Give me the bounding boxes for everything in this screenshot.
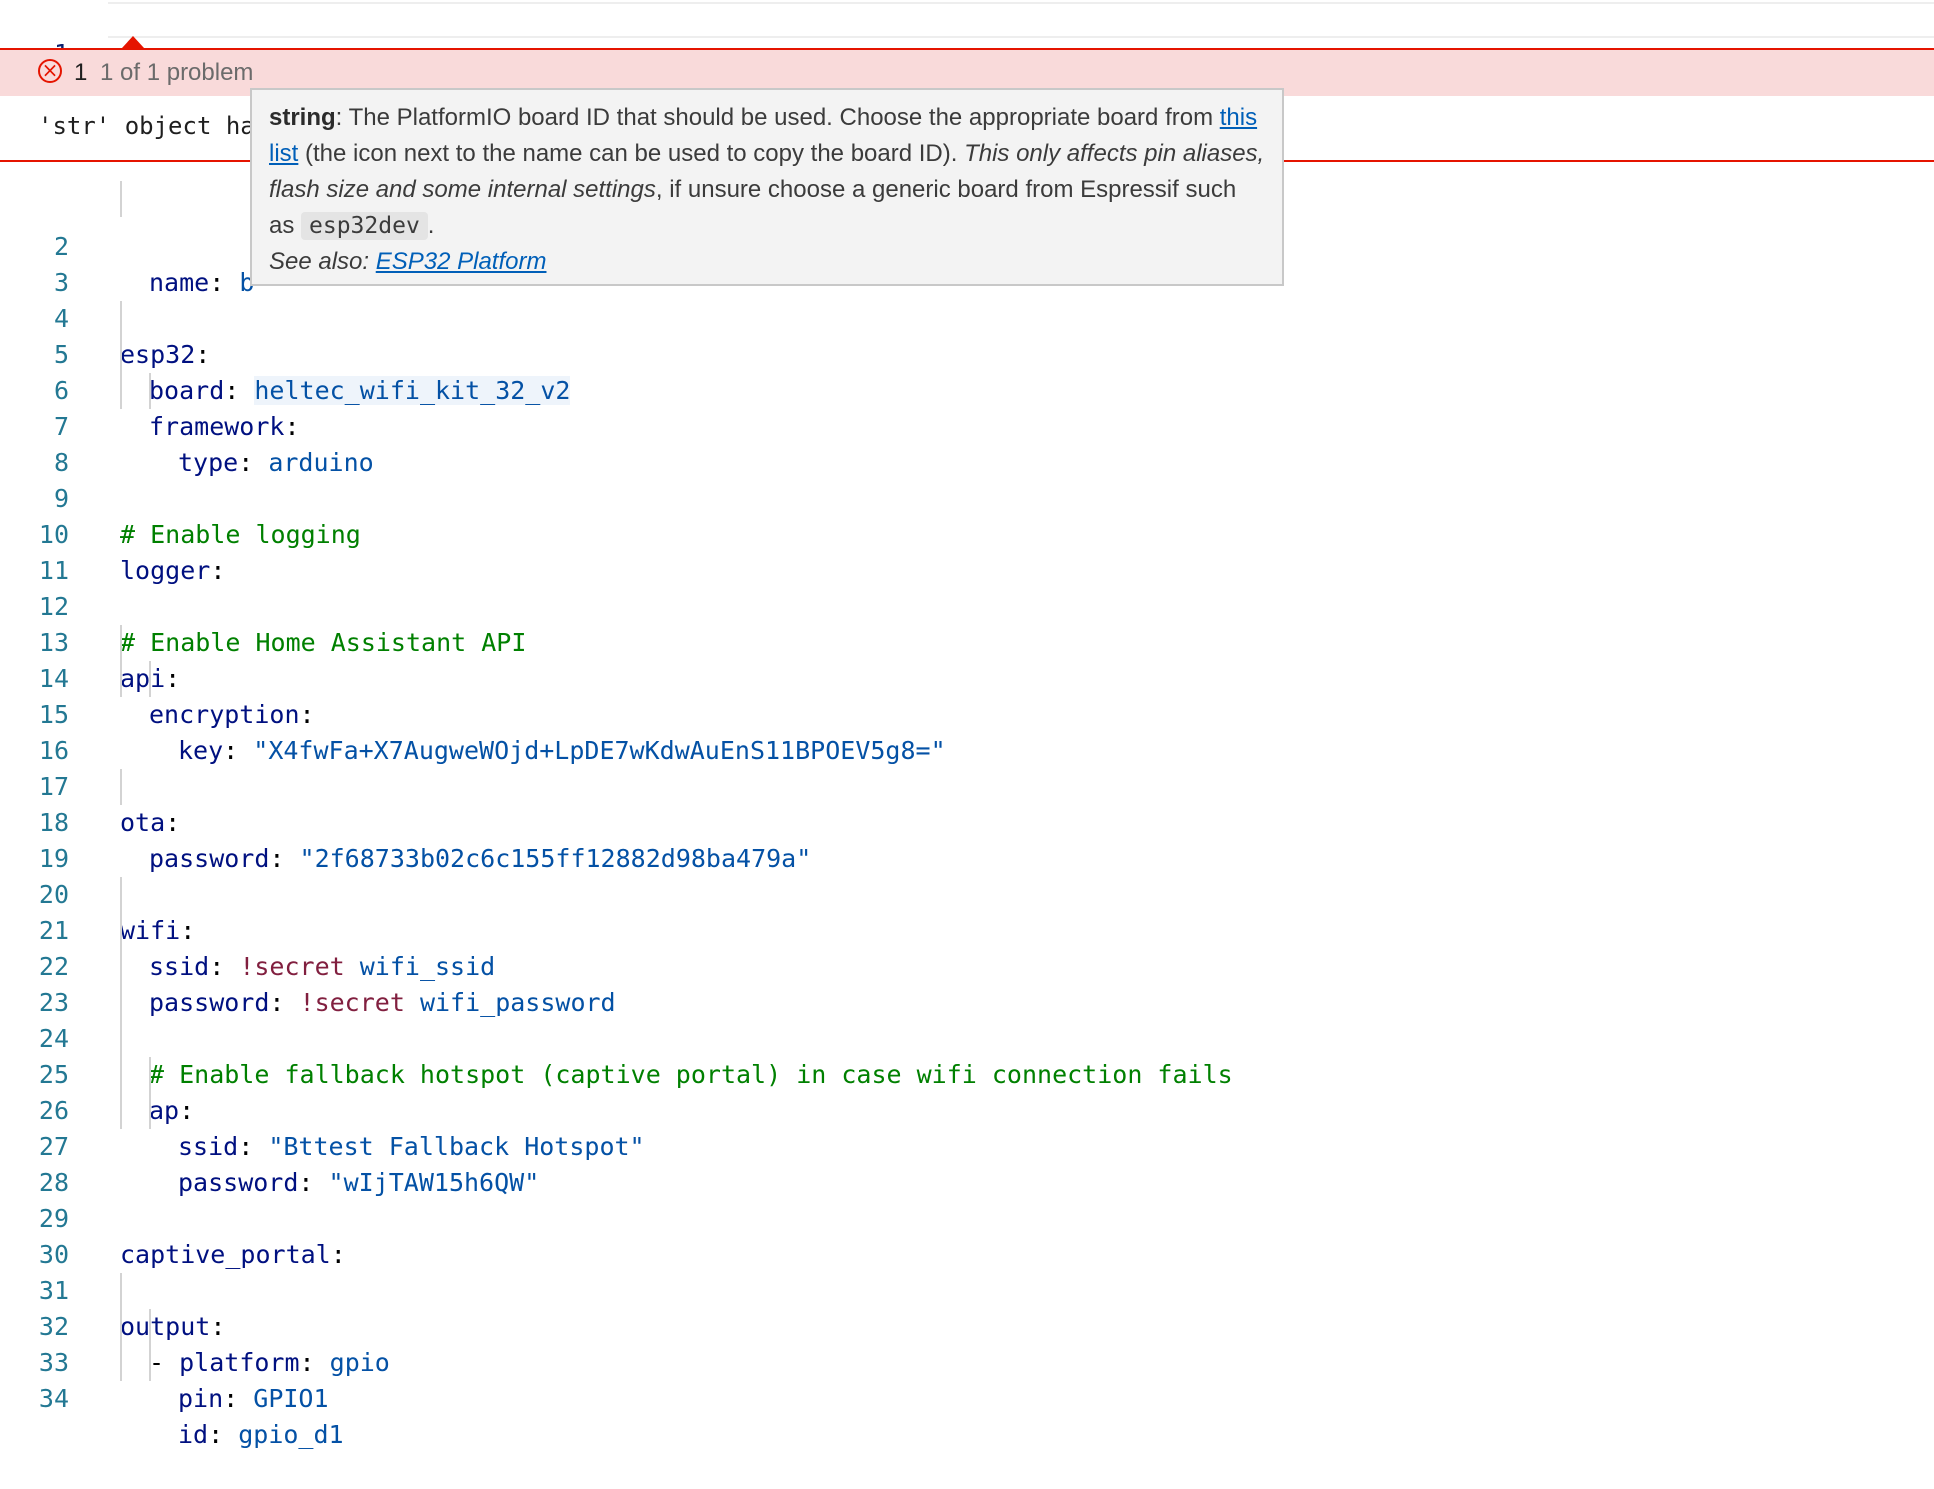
code-line-24[interactable]: 24 # Enable fallback hotspot (captive po… xyxy=(0,985,1934,1089)
code-line-1[interactable]: 1 esphome: xyxy=(0,0,1934,104)
indent-guide xyxy=(120,181,122,217)
indent-guide xyxy=(120,1273,122,1381)
code-line-26[interactable]: 26 ssid: "Bttest Fallback Hotspot" xyxy=(0,1057,1934,1161)
line-number: 34 xyxy=(38,1384,69,1413)
code-line-17[interactable]: 17 ota: xyxy=(0,733,1934,837)
indent-guide xyxy=(120,877,122,1129)
code-line-22[interactable]: 22 password: !secret wifi_password xyxy=(0,913,1934,1017)
esp32-platform-link[interactable]: ESP32 Platform xyxy=(376,248,547,275)
board-id-code: esp32dev xyxy=(301,212,428,240)
code-line-32[interactable]: 32 - platform: gpio xyxy=(0,1273,1934,1377)
hover-tooltip: string: The PlatformIO board ID that sho… xyxy=(250,88,1284,286)
code-line-14[interactable]: 14 encryption: xyxy=(0,625,1934,729)
code-line-16[interactable]: 16 xyxy=(0,697,1934,765)
code-line-5[interactable]: 5 board: heltec_wifi_kit_32_v2 xyxy=(0,301,1934,405)
hover-see-also: See also: ESP32 Platform xyxy=(269,248,547,275)
code-line-21[interactable]: 21 ssid: !secret wifi_ssid xyxy=(0,877,1934,981)
error-icon: × xyxy=(38,59,62,83)
code-line-34[interactable]: 34 id: gpio_d1 xyxy=(0,1345,1934,1449)
code-line-23[interactable]: 23 xyxy=(0,949,1934,1017)
code-line-13[interactable]: 13 api: xyxy=(0,589,1934,693)
problem-peek-arrow xyxy=(122,36,144,48)
code-line-6[interactable]: 6 framework: xyxy=(0,337,1934,441)
hover-type-label: string xyxy=(269,104,336,131)
code-line-29[interactable]: 29 captive_portal: xyxy=(0,1165,1934,1269)
code-line-31[interactable]: 31 output: xyxy=(0,1237,1934,1341)
hover-description: string: The PlatformIO board ID that sho… xyxy=(269,104,1265,240)
code-line-28[interactable]: 28 xyxy=(0,1129,1934,1197)
problem-description: 1 of 1 problem xyxy=(100,59,254,86)
indent-guide xyxy=(120,301,122,409)
code-line-7[interactable]: 7 type: arduino xyxy=(0,373,1934,477)
code-line-20[interactable]: 20 wifi: xyxy=(0,841,1934,945)
indent-guide xyxy=(149,1057,151,1129)
code-line-10[interactable]: 10 logger: xyxy=(0,481,1934,585)
code-line-8[interactable]: 8 xyxy=(0,409,1934,477)
code-editor[interactable]: 1 esphome: × 1 1 of 1 problem 'str' obje… xyxy=(0,0,1934,1449)
indent-guide xyxy=(120,625,122,697)
indent-guide xyxy=(120,769,122,805)
indent-guide xyxy=(149,661,151,697)
code-line-12[interactable]: 12 # Enable Home Assistant API xyxy=(0,553,1934,657)
code-line-33[interactable]: 33 pin: GPIO1 xyxy=(0,1309,1934,1413)
indent-guide xyxy=(149,1309,151,1381)
code-line-27[interactable]: 27 password: "wIjTAW15h6QW" xyxy=(0,1093,1934,1197)
code-line-19[interactable]: 19 xyxy=(0,805,1934,873)
code-line-11[interactable]: 11 xyxy=(0,517,1934,585)
code-line-18[interactable]: 18 password: "2f68733b02c6c155ff12882d98… xyxy=(0,769,1934,873)
code-line-30[interactable]: 30 xyxy=(0,1201,1934,1269)
indent-guide xyxy=(149,373,151,409)
code-line-25[interactable]: 25 ap: xyxy=(0,1021,1934,1125)
code-line-9[interactable]: 9 # Enable logging xyxy=(0,445,1934,549)
error-count: 1 xyxy=(74,59,88,86)
code-line-15[interactable]: 15 key: "X4fwFa+X7AugweWOjd+LpDE7wKdwAuE… xyxy=(0,661,1934,765)
problem-message: 'str' object ha xyxy=(38,112,255,140)
